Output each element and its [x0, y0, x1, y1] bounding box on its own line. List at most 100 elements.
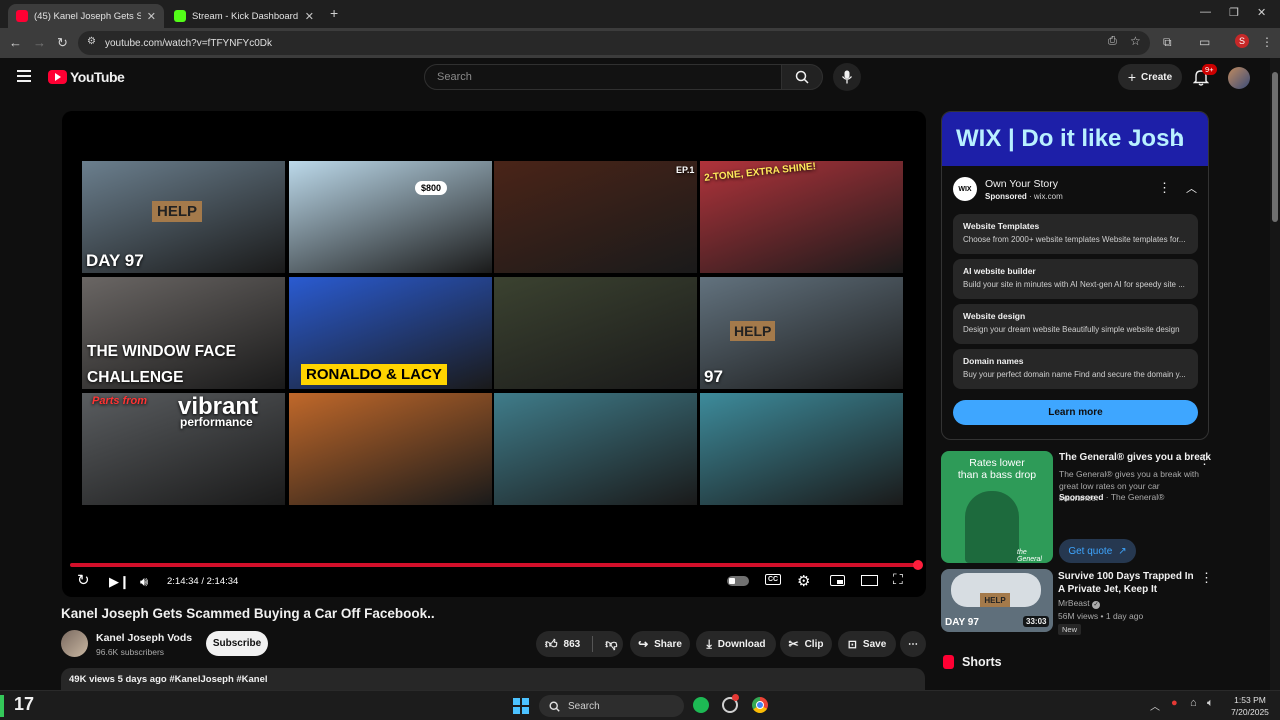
- ad-sitelink[interactable]: Website design Design your dream website…: [953, 304, 1198, 344]
- volume-icon[interactable]: 🔊︎: [140, 574, 148, 590]
- endscreen-video-thumbnail[interactable]: 97 HELP: [700, 277, 903, 389]
- like-count[interactable]: 863: [564, 639, 581, 650]
- close-window-icon[interactable]: ✕: [1257, 6, 1266, 19]
- ad-sitelink[interactable]: Domain names Buy your perfect domain nam…: [953, 349, 1198, 389]
- ad-banner[interactable]: WIX | Do it like Josh ⌂: [942, 112, 1208, 166]
- theater-mode-icon[interactable]: [861, 575, 878, 586]
- minimize-icon[interactable]: —: [1200, 6, 1211, 18]
- like-icon[interactable]: 👍︎: [545, 637, 558, 652]
- ad2-menu-icon[interactable]: ⋮: [1198, 452, 1211, 468]
- account-avatar[interactable]: [1228, 67, 1250, 89]
- related-meta: 56M views • 1 day ago: [1058, 611, 1144, 621]
- reload-icon[interactable]: ↻: [57, 35, 68, 51]
- endscreen-video-thumbnail[interactable]: [494, 277, 697, 389]
- endscreen-video-thumbnail[interactable]: [289, 393, 492, 505]
- channel-name[interactable]: Kanel Joseph Vods: [96, 632, 192, 644]
- thumbnail-caption: HELP: [152, 201, 203, 222]
- taskbar-search-label: Search: [568, 700, 600, 712]
- endscreen-video-thumbnail[interactable]: EP.1: [494, 161, 697, 273]
- side-panel-icon[interactable]: ▭: [1199, 35, 1210, 49]
- endscreen-video-thumbnail[interactable]: THE WINDOW FACE CHALLENGE: [82, 277, 285, 389]
- fullscreen-icon[interactable]: ⛶: [893, 571, 903, 588]
- restore-icon[interactable]: ❐: [1229, 6, 1239, 19]
- bookmark-star-icon[interactable]: ☆: [1130, 34, 1141, 48]
- forward-icon[interactable]: →: [33, 35, 46, 50]
- notifications-button[interactable]: 9+: [1192, 64, 1217, 91]
- more-actions-button[interactable]: ⋯: [900, 631, 926, 657]
- save-button[interactable]: ⊡ Save: [838, 631, 896, 657]
- advertiser-name: The General®: [1110, 492, 1165, 502]
- close-tab-icon[interactable]: ✕: [147, 10, 156, 23]
- general-ad-thumbnail[interactable]: Rates lower than a bass drop the General: [941, 451, 1053, 563]
- tab-kick[interactable]: Stream - Kick Dashboard ✕: [166, 4, 322, 28]
- endscreen-video-thumbnail[interactable]: [700, 393, 903, 505]
- ad-title[interactable]: Own Your Story: [985, 178, 1058, 190]
- learn-more-button[interactable]: Learn more: [953, 400, 1198, 425]
- share-button[interactable]: ↪ Share: [630, 631, 690, 657]
- speaker-icon[interactable]: 🔈︎: [1207, 697, 1214, 710]
- related-video-thumbnail[interactable]: HELP DAY 97 33:03: [941, 569, 1053, 632]
- endscreen-video-thumbnail[interactable]: Parts from vibrant performance: [82, 393, 285, 505]
- download-button[interactable]: ⤓ Download: [696, 631, 776, 657]
- taskbar-search[interactable]: Search: [539, 695, 684, 717]
- network-icon[interactable]: ⌂: [1190, 697, 1197, 709]
- hamburger-menu-icon[interactable]: [17, 70, 31, 82]
- collapse-chevron-icon[interactable]: ︿: [1186, 180, 1197, 196]
- related-video-title[interactable]: Survive 100 Days Trapped In A Private Je…: [1058, 570, 1198, 596]
- new-tab-button[interactable]: +: [330, 5, 338, 21]
- profile-avatar[interactable]: S: [1235, 34, 1249, 48]
- settings-gear-icon[interactable]: ⚙: [797, 572, 810, 590]
- extensions-icon[interactable]: ⧉: [1163, 35, 1172, 50]
- video-player[interactable]: DAY 97 HELP $800 EP.1 2-TONE, EXTRA SHINE! TH…: [62, 111, 926, 597]
- endscreen-video-thumbnail[interactable]: $800: [289, 161, 492, 273]
- ad-menu-icon[interactable]: ⋮: [1158, 180, 1171, 196]
- site-info-icon[interactable]: ⚙: [87, 36, 96, 47]
- progress-scrubber[interactable]: [913, 560, 923, 570]
- progress-bar[interactable]: [70, 563, 918, 567]
- dislike-icon[interactable]: 👎︎: [605, 637, 617, 652]
- chrome-menu-icon[interactable]: ⋮: [1261, 35, 1273, 49]
- channel-avatar[interactable]: [61, 630, 88, 657]
- voice-search-button[interactable]: [833, 63, 861, 91]
- close-tab-icon[interactable]: ✕: [305, 10, 314, 23]
- weather-widget[interactable]: 17: [14, 694, 34, 715]
- next-icon[interactable]: ▶❙: [109, 574, 130, 590]
- general-ad-title[interactable]: The General® gives you a break: [1059, 452, 1211, 463]
- page-scrollbar[interactable]: [1270, 58, 1280, 690]
- clip-button[interactable]: ✂ Clip: [780, 631, 832, 657]
- endscreen-video-thumbnail[interactable]: 2-TONE, EXTRA SHINE!: [700, 161, 903, 273]
- spotify-icon[interactable]: [693, 697, 709, 713]
- thumbnail-caption: RONALDO & LACY: [301, 364, 447, 385]
- miniplayer-icon[interactable]: [830, 575, 845, 586]
- sitelink-description: Design your dream website Beautifully si…: [963, 325, 1180, 334]
- search-input[interactable]: Search: [424, 64, 782, 90]
- get-quote-button[interactable]: Get quote ↗: [1059, 539, 1136, 563]
- youtube-logo[interactable]: YouTube: [48, 69, 125, 85]
- autoplay-toggle[interactable]: [727, 576, 749, 586]
- description-box[interactable]: 49K views 5 days ago #KanelJoseph #Kanel: [61, 668, 925, 692]
- related-channel[interactable]: MrBeast: [1058, 598, 1090, 608]
- search-button[interactable]: [781, 64, 823, 90]
- install-app-icon[interactable]: ⎙: [1108, 35, 1117, 48]
- back-icon[interactable]: ←: [9, 35, 22, 50]
- related-menu-icon[interactable]: ⋮: [1200, 570, 1213, 586]
- ad-sitelink[interactable]: AI website builder Build your site in mi…: [953, 259, 1198, 299]
- endscreen-video-thumbnail[interactable]: RONALDO & LACY: [289, 277, 492, 389]
- ad-thumb-line: Rates lower: [969, 457, 1025, 469]
- chrome-taskbar-icon[interactable]: [752, 697, 768, 713]
- ad-sitelink[interactable]: Website Templates Choose from 2000+ webs…: [953, 214, 1198, 254]
- tab-youtube[interactable]: (45) Kanel Joseph Gets Scamme ✕: [8, 4, 164, 28]
- taskbar-clock[interactable]: 1:53 PM 7/20/2025: [1224, 694, 1276, 718]
- tray-mic-icon[interactable]: ●: [1171, 697, 1178, 709]
- subscribe-button[interactable]: Subscribe: [206, 631, 268, 656]
- address-field[interactable]: ⚙ youtube.com/watch?v=fTFYNFYc0Dk ⎙ ☆: [78, 31, 1150, 55]
- obs-icon[interactable]: [722, 694, 739, 713]
- endscreen-video-thumbnail[interactable]: [494, 393, 697, 505]
- endscreen-video-thumbnail[interactable]: DAY 97 HELP: [82, 161, 285, 273]
- tray-chevron-icon[interactable]: ︿: [1150, 698, 1160, 713]
- captions-icon[interactable]: CC: [765, 574, 782, 585]
- scrollbar-thumb[interactable]: [1272, 72, 1278, 222]
- replay-icon[interactable]: ↻: [77, 571, 90, 589]
- create-button[interactable]: + Create: [1118, 64, 1182, 90]
- windows-start-icon[interactable]: [513, 698, 529, 714]
